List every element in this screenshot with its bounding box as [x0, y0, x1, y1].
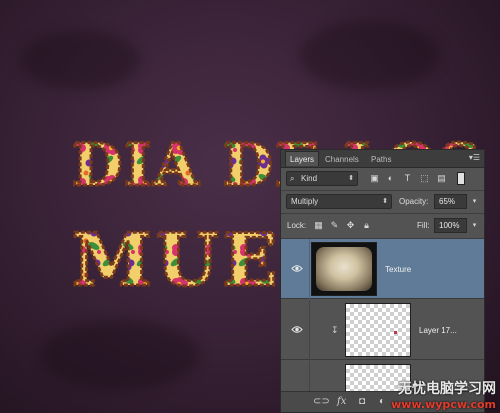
fill-label: Fill: [417, 221, 430, 230]
blend-mode-dropdown[interactable]: Multiply ⬍ [286, 194, 392, 209]
watermark-text: 无忧电脑学习网 [398, 381, 496, 397]
smart-object-filter-icon[interactable]: ▤ [436, 173, 447, 184]
divider [309, 300, 310, 360]
add-mask-icon[interactable]: ◘ [359, 396, 365, 408]
layer-name[interactable]: Layer 17... [419, 326, 457, 335]
shape-filter-icon[interactable]: ⬚ [419, 173, 430, 184]
texture-image [316, 247, 372, 291]
fx-icon[interactable]: fx [337, 396, 346, 408]
watermark: 无忧电脑学习网 www.wypcw.com [391, 378, 496, 411]
search-icon: ⌕ [290, 174, 295, 183]
adjustment-layer-icon[interactable]: ◐ [379, 396, 385, 408]
filter-kind-dropdown[interactable]: ⌕ Kind ⬍ [286, 171, 358, 186]
pixel-filter-icon[interactable]: ▣ [369, 173, 380, 184]
lock-image-icon[interactable]: ✎ [329, 220, 340, 231]
lock-transparency-icon[interactable]: ▦ [313, 220, 324, 231]
eye-icon[interactable] [291, 325, 303, 334]
watermark-url: www.wypcw.com [391, 398, 496, 411]
tab-layers[interactable]: Layers [285, 151, 320, 166]
lock-label: Lock: [287, 221, 307, 230]
opacity-slider-arrow-icon[interactable]: ▾ [469, 196, 480, 207]
eye-icon[interactable] [291, 264, 303, 273]
fill-slider-arrow-icon[interactable]: ▾ [469, 220, 480, 231]
adjustment-filter-icon[interactable]: ◐ [385, 173, 396, 184]
lock-all-icon[interactable]: 🔒︎ [361, 220, 372, 231]
tab-paths[interactable]: Paths [367, 152, 395, 167]
layer-thumbnail-layer17[interactable] [345, 303, 411, 357]
blend-row: Multiply ⬍ Opacity: 65% ▾ [281, 191, 484, 213]
fill-input[interactable]: 100% [434, 218, 467, 233]
filter-toggle-switch[interactable] [457, 172, 465, 185]
layers-panel: Layers Channels Paths ▾☰ ⌕ Kind ⬍ ▣ ◐ T … [280, 149, 485, 413]
panel-tab-bar: Layers Channels Paths ▾☰ [281, 150, 484, 168]
layer-row-layer17[interactable]: ↧ Layer 17... [281, 300, 484, 360]
layer-row-texture[interactable]: Texture [281, 239, 484, 299]
lock-row: Lock: ▦ ✎ ✥ 🔒︎ Fill: 100% ▾ [281, 214, 484, 238]
opacity-input[interactable]: 65% [434, 194, 467, 209]
layer-name[interactable]: Texture [385, 265, 411, 274]
tab-channels[interactable]: Channels [321, 152, 363, 167]
link-layers-icon[interactable]: ⊂⊃ [313, 396, 330, 408]
chevron-down-icon: ⬍ [348, 175, 354, 182]
filter-row: ⌕ Kind ⬍ ▣ ◐ T ⬚ ▤ [281, 168, 484, 190]
filter-kind-label: Kind [301, 174, 318, 183]
clipping-mask-icon: ↧ [331, 325, 339, 335]
divider [309, 239, 310, 299]
panel-menu-icon[interactable]: ▾☰ [469, 153, 480, 163]
lock-position-icon[interactable]: ✥ [345, 220, 356, 231]
blend-mode-value: Multiply [291, 197, 319, 206]
layer-thumbnail-texture[interactable] [311, 242, 377, 296]
pixel-dot [394, 331, 397, 334]
chevron-down-icon: ⬍ [382, 198, 388, 205]
opacity-label: Opacity: [399, 197, 429, 206]
type-filter-icon[interactable]: T [402, 173, 413, 184]
